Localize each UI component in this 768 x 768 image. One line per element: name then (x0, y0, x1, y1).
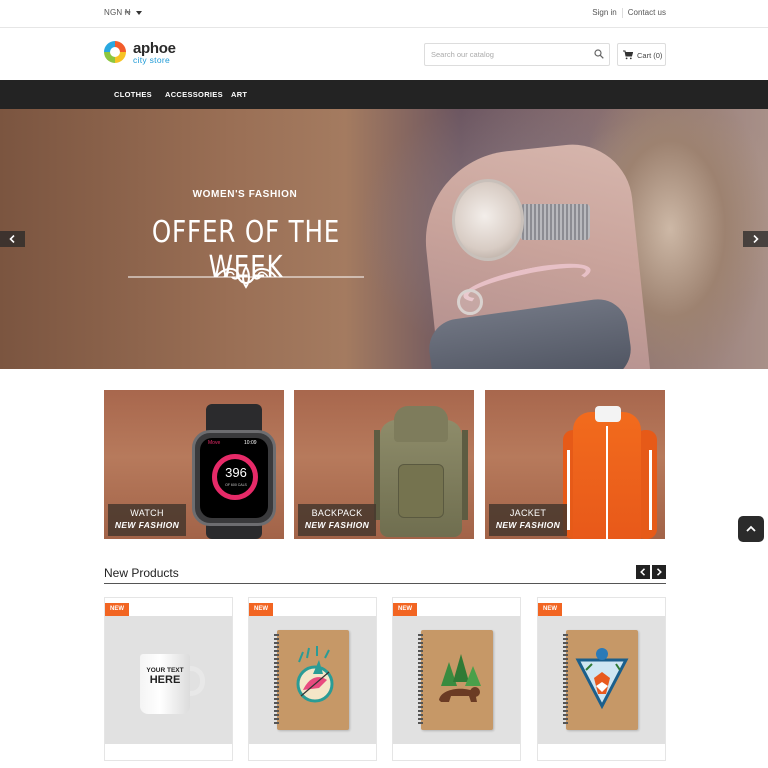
nav-item-clothes[interactable]: CLOTHES (114, 90, 152, 99)
category-label: BACKPACK NEW FASHION (298, 504, 376, 536)
jacket-stripe (649, 450, 652, 530)
jacket-zip (606, 426, 608, 539)
header: aphoe city store Cart (0) (0, 28, 768, 80)
top-bar: NGN ₦ Sign in Contact us (0, 0, 768, 28)
product-card-notebook-hummingbird[interactable]: NEW (248, 597, 377, 761)
products-next-button[interactable] (652, 565, 666, 579)
category-name: WATCH (130, 508, 164, 518)
slider-prev-button[interactable] (0, 231, 25, 247)
product-image[interactable] (249, 616, 376, 744)
scroll-to-top-button[interactable] (738, 516, 764, 542)
notebook-cover (563, 630, 638, 730)
category-banner-jacket[interactable]: JACKET NEW FASHION (485, 390, 665, 539)
section-title: New Products (104, 566, 179, 580)
hero-watch-face (452, 179, 524, 261)
currency-label: NGN ₦ (104, 8, 131, 17)
watch-calories: 396 (225, 465, 247, 480)
hero-slider[interactable]: WOMEN'S FASHION OFFER OF THE WEEK (0, 109, 768, 369)
notebook-cover (274, 630, 349, 730)
products-prev-button[interactable] (636, 565, 650, 579)
mug-print: YOUR TEXT HERE (142, 667, 188, 686)
store-logo[interactable]: aphoe city store (104, 40, 184, 67)
search-input[interactable] (425, 44, 585, 65)
new-badge: NEW (105, 603, 129, 616)
category-sub: NEW FASHION (304, 520, 370, 530)
category-label: JACKET NEW FASHION (489, 504, 567, 536)
chevron-right-icon (656, 568, 662, 576)
product-card-notebook-bear[interactable]: NEW (392, 597, 521, 761)
search-box (424, 43, 610, 66)
product-image[interactable]: YOUR TEXT HERE (105, 616, 232, 744)
hero-kicker: WOMEN'S FASHION (192, 189, 298, 200)
main-nav: CLOTHES ACCESSORIES ART (0, 80, 768, 109)
nav-item-art[interactable]: ART (231, 90, 247, 99)
logo-ring-icon (104, 41, 126, 63)
chevron-up-icon (746, 525, 756, 532)
currency-selector[interactable]: NGN ₦ (104, 8, 142, 17)
bear-forest-illustration-icon (439, 654, 481, 702)
watch-time: 10:09 (244, 440, 257, 446)
fox-triangle-illustration-icon (575, 648, 629, 710)
hummingbird-illustration-icon (296, 646, 334, 703)
backpack-strap (462, 430, 468, 520)
search-icon[interactable] (594, 49, 604, 59)
category-name: BACKPACK (311, 508, 363, 518)
cart-label: Cart (0) (637, 51, 663, 60)
logo-subtitle: city store (133, 55, 171, 65)
category-sub: NEW FASHION (114, 520, 180, 530)
category-label: WATCH NEW FASHION (108, 504, 186, 536)
product-image[interactable] (393, 616, 520, 744)
contact-link[interactable]: Contact us (628, 8, 666, 17)
nav-item-accessories[interactable]: ACCESSORIES (165, 90, 223, 99)
cart-icon (623, 50, 633, 60)
notebook-cover (418, 630, 493, 730)
product-image[interactable] (538, 616, 665, 744)
watch-calories-caption: OF 600 CALS (225, 483, 247, 487)
new-badge: NEW (249, 603, 273, 616)
ornament-divider-icon (128, 265, 364, 289)
product-card-mug[interactable]: YOUR TEXT HERE NEW (104, 597, 233, 761)
category-banner-backpack[interactable]: BACKPACK NEW FASHION (294, 390, 474, 539)
top-links: Sign in Contact us (592, 8, 666, 18)
section-divider (104, 583, 666, 584)
divider (621, 8, 623, 18)
jacket-stripe (567, 450, 570, 530)
cart-button[interactable]: Cart (0) (617, 43, 666, 66)
watch-app-name: Move (208, 440, 221, 446)
jacket-collar (595, 406, 621, 422)
category-sub: NEW FASHION (495, 520, 561, 530)
backpack-top (394, 406, 448, 442)
chevron-right-icon (753, 235, 759, 243)
hero-bracelet-ring (457, 289, 483, 315)
product-card-notebook-fox[interactable]: NEW (537, 597, 666, 761)
chevron-left-icon (640, 568, 646, 576)
category-banner-watch[interactable]: Move 10:09 396 OF 600 CALS WATCH NEW FAS… (104, 390, 284, 539)
new-badge: NEW (538, 603, 562, 616)
sign-in-link[interactable]: Sign in (592, 8, 616, 17)
backpack-pocket (398, 464, 444, 518)
mug-print-line2: HERE (149, 673, 181, 686)
slider-next-button[interactable] (743, 231, 768, 247)
chevron-down-icon (135, 10, 142, 15)
chevron-left-icon (9, 235, 15, 243)
new-badge: NEW (393, 603, 417, 616)
hero-watch-strap (520, 204, 590, 240)
category-name: JACKET (509, 508, 547, 518)
